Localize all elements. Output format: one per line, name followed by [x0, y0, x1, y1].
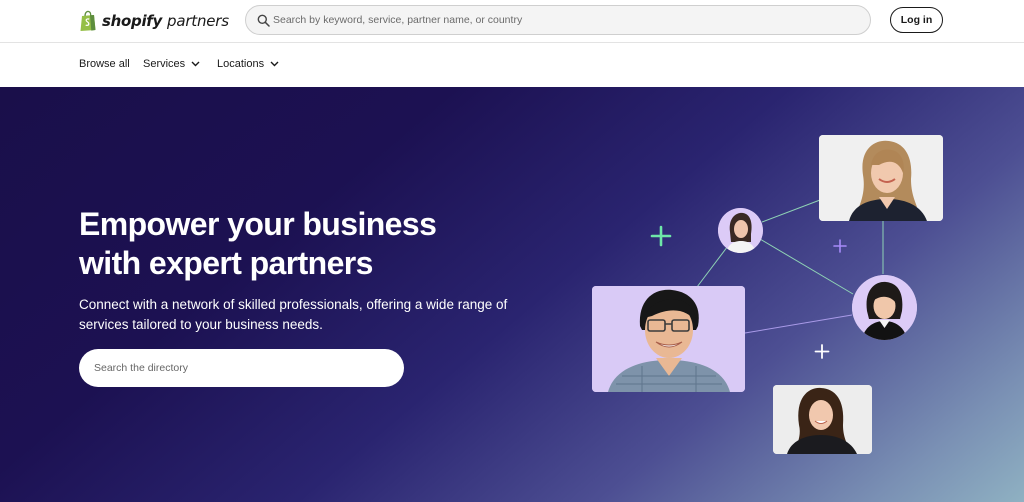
partner-avatar-circle	[718, 208, 763, 253]
partner-avatar-image	[592, 286, 745, 392]
plus-decoration-green	[650, 225, 672, 247]
partner-photo-card	[819, 135, 943, 221]
shopify-partners-logo[interactable]: shopify partners	[79, 9, 229, 33]
plus-decoration-white	[814, 344, 830, 359]
nav-browse-all-label: Browse all	[79, 58, 130, 70]
hero-section: Empower your business with expert partne…	[0, 87, 1024, 502]
partner-avatar-circle	[852, 275, 917, 340]
partner-avatar-image	[819, 135, 943, 221]
logo-suffix-text: partners	[167, 12, 229, 30]
nav-locations-label: Locations	[217, 58, 265, 70]
logo-brand-text: shopify	[102, 12, 162, 30]
plus-decoration-purple	[833, 239, 847, 253]
directory-search-bar[interactable]	[79, 349, 404, 387]
directory-search-input[interactable]	[94, 349, 394, 387]
shopify-bag-icon	[80, 10, 96, 31]
hero-heading-line-2: with expert partners	[79, 245, 373, 281]
header-search-input[interactable]	[273, 6, 863, 34]
header-search-bar[interactable]	[245, 5, 871, 35]
hero-heading: Empower your business with expert partne…	[79, 205, 499, 283]
secondary-nav: Browse all Services Locations	[0, 43, 1024, 87]
partner-avatar-image	[718, 208, 763, 253]
partner-photo-card	[592, 286, 745, 392]
partner-avatar-image	[773, 385, 872, 454]
nav-browse-all[interactable]: Browse all	[79, 58, 130, 70]
network-line	[761, 199, 821, 223]
network-line	[744, 314, 853, 334]
nav-services-dropdown[interactable]: Services	[143, 58, 200, 70]
hero-subtitle: Connect with a network of skilled profes…	[79, 297, 508, 332]
partner-avatar-image	[852, 275, 917, 340]
network-line	[759, 238, 854, 295]
nav-locations-dropdown[interactable]: Locations	[217, 58, 279, 70]
hero-heading-line-1: Empower your business	[79, 206, 437, 242]
search-icon	[257, 14, 270, 27]
top-header: shopify partners Log in	[0, 0, 1024, 43]
chevron-down-icon	[191, 61, 200, 67]
chevron-down-icon	[270, 61, 279, 67]
nav-services-label: Services	[143, 58, 186, 70]
partner-photo-card	[773, 385, 872, 454]
login-button[interactable]: Log in	[890, 7, 943, 33]
